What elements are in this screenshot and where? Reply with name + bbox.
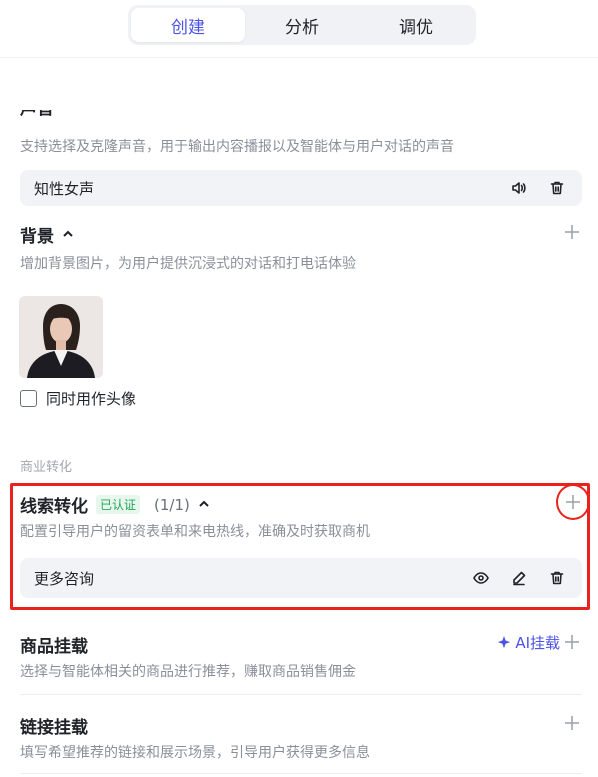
- background-section-header: 背景: [20, 222, 578, 247]
- lead-section-header: 线索转化 已认证 (1/1): [20, 492, 578, 517]
- tab-analyze[interactable]: 分析: [245, 8, 359, 42]
- use-as-avatar-option[interactable]: 同时用作头像: [20, 388, 136, 409]
- link-section-header: 链接挂载: [20, 713, 578, 738]
- edit-icon[interactable]: [508, 567, 530, 589]
- background-description: 增加背景图片，为用户提供沉浸式的对话和打电话体验: [20, 256, 356, 272]
- voice-item[interactable]: 知性女声: [20, 170, 582, 206]
- chevron-up-icon[interactable]: [198, 495, 210, 515]
- product-section-header: 商品挂载: [20, 632, 578, 657]
- link-description: 填写希望推荐的链接和展示场景，引导用户获得更多信息: [20, 745, 370, 761]
- lead-title: 线索转化: [20, 497, 88, 517]
- ai-mount-label: AI挂载: [515, 634, 560, 652]
- product-description: 选择与智能体相关的商品进行推荐，赚取商品销售佣金: [20, 664, 356, 680]
- product-title: 商品挂载: [20, 637, 88, 657]
- ai-mount-button[interactable]: AI挂载: [497, 632, 560, 653]
- link-title: 链接挂载: [20, 718, 88, 738]
- add-lead-icon[interactable]: [565, 494, 581, 510]
- use-as-avatar-checkbox[interactable]: [20, 390, 37, 407]
- lead-item[interactable]: 更多咨询: [20, 558, 582, 598]
- verified-badge: 已认证: [96, 495, 141, 514]
- chevron-up-icon[interactable]: [62, 225, 74, 245]
- voice-section-title: 声音: [20, 110, 54, 122]
- add-link-icon[interactable]: [564, 715, 580, 731]
- lead-description: 配置引导用户的留资表单和来电热线，准确及时获取商机: [20, 524, 370, 540]
- add-product-icon[interactable]: [564, 634, 580, 650]
- mode-tabs: 创建 分析 调优: [128, 5, 476, 45]
- sparkle-icon: [498, 635, 511, 648]
- voice-name: 知性女声: [34, 179, 95, 198]
- commerce-group-label: 商业转化: [20, 460, 73, 475]
- background-image-thumbnail[interactable]: [19, 296, 103, 378]
- lead-count: (1/1): [154, 495, 190, 514]
- eye-icon[interactable]: [470, 567, 492, 589]
- add-background-icon[interactable]: [564, 224, 580, 240]
- use-as-avatar-label: 同时用作头像: [46, 390, 137, 408]
- delete-icon[interactable]: [546, 567, 568, 589]
- divider: [20, 773, 582, 774]
- tab-tune[interactable]: 调优: [359, 8, 473, 42]
- tab-create[interactable]: 创建: [131, 8, 245, 42]
- speaker-icon[interactable]: [508, 177, 530, 199]
- lead-item-name: 更多咨询: [34, 569, 95, 588]
- background-title: 背景: [20, 227, 54, 247]
- top-tab-bar: 创建 分析 调优: [0, 0, 598, 58]
- divider: [20, 694, 582, 695]
- voice-description: 支持选择及克隆声音，用于输出内容播报以及智能体与用户对话的声音: [20, 139, 454, 155]
- delete-icon[interactable]: [546, 177, 568, 199]
